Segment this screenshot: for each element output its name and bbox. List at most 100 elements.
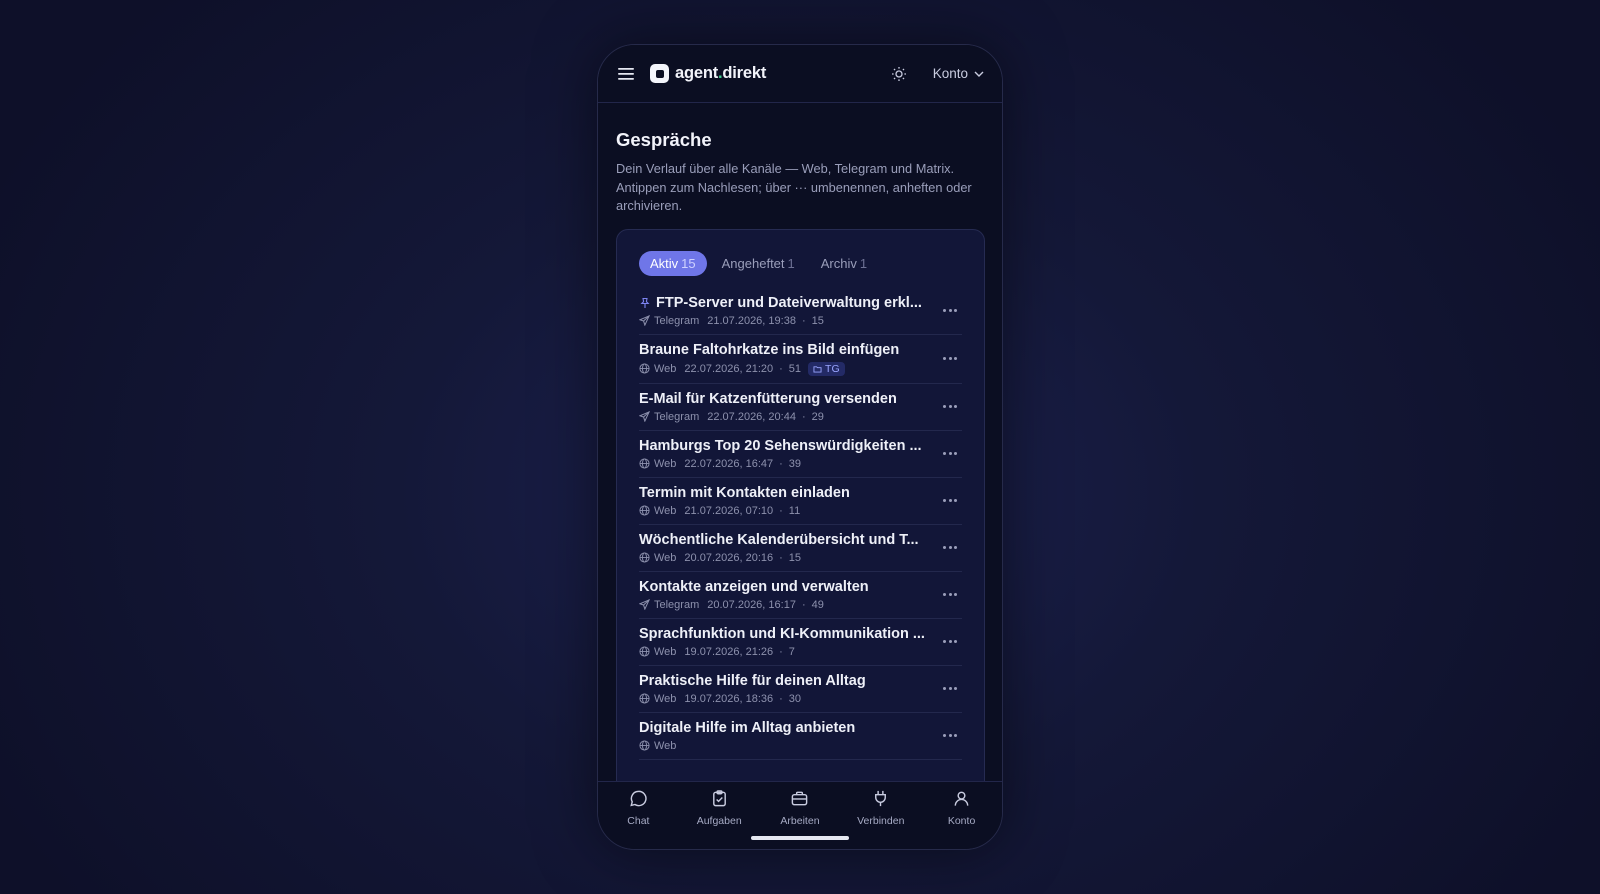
conversation-meta: Telegram 21.07.2026, 19:38 · 15 [638,314,962,327]
conversation-row[interactable]: Braune Faltohrkatze ins Bild einfügen Web… [639,335,962,384]
conversation-channel: Telegram [654,410,700,423]
conversation-title: Digitale Hilfe im Alltag anbieten [639,719,856,736]
globe-icon [639,458,650,469]
message-count: 11 [788,504,801,517]
conversation-channel: Web [654,645,677,658]
conversation-title: Termin mit Kontakten einladen [639,484,850,501]
sun-icon[interactable] [889,64,909,84]
more-options-icon[interactable] [940,351,960,367]
brand-logo[interactable]: agent.direkt [650,64,766,83]
message-count: 15 [788,551,802,564]
conversation-row[interactable]: Kontakte anzeigen und verwalten Telegram 2… [638,572,962,619]
conversation-title-wrap: Braune Faltohrkatze ins Bild einfügen [639,342,929,358]
conversation-row[interactable]: FTP-Server und Dateiverwaltung erkl... Te… [638,288,962,335]
conversation-title: Hamburgs Top 20 Sehenswürdigkeiten ... [639,437,922,454]
conversation-list[interactable]: FTP-Server und Dateiverwaltung erkl... Te… [638,288,962,760]
hamburger-menu-icon[interactable] [616,64,636,84]
conversation-meta: Telegram 20.07.2026, 16:17 · 49 [638,598,962,611]
chevron-down-icon [974,71,984,77]
more-options-icon[interactable] [940,399,960,415]
tab-label: Aktiv [650,255,679,271]
more-options-icon[interactable] [940,728,960,744]
nav-chat[interactable]: Chat [603,789,673,849]
conversation-meta: Telegram 22.07.2026, 20:44 · 29 [638,410,962,423]
conversation-title-wrap: Sprachfunktion und KI-Kommunikation ... [639,626,929,642]
conversation-channel: Web [654,739,677,752]
conversation-channel: Web [654,692,677,705]
plug-icon [871,789,890,813]
conversation-row[interactable]: Wöchentliche Kalenderübersicht und T... W… [639,525,962,572]
conversation-row[interactable]: Hamburgs Top 20 Sehenswürdigkeiten ... We… [639,431,962,478]
nav-aufgaben[interactable]: Aufgaben [684,789,754,849]
conversation-meta: Web 21.07.2026, 07:10 · 11 [639,505,962,517]
conversation-title-wrap: Wöchentliche Kalenderübersicht und T... [639,532,929,548]
nav-label: Konto [947,815,976,827]
conversation-row[interactable]: E-Mail für Katzenfütterung versenden Tele… [638,384,962,431]
tab-count: 1 [787,255,795,271]
main-content: Gespräche Dein Verlauf über alle Kanäle … [598,103,1002,825]
more-options-icon[interactable] [940,303,960,319]
tab-angeheftet[interactable]: Angeheftet 1 [711,251,806,276]
more-options-icon[interactable] [940,587,960,603]
conversation-meta: Web 19.07.2026, 18:36 · 30 [639,693,962,705]
conversation-title-wrap: Praktische Hilfe für deinen Alltag [639,673,929,689]
message-count: 15 [811,314,824,327]
conversation-row[interactable]: Digitale Hilfe im Alltag anbieten Web [639,713,962,760]
telegram-icon [638,598,651,611]
conversation-title: Sprachfunktion und KI-Kommunikation ... [639,625,925,642]
conversation-meta: Web 19.07.2026, 21:26 · 7 [639,646,962,658]
conversation-meta: Web 22.07.2026, 21:20 · 51 TG [639,361,962,376]
conversation-channel: Telegram [654,314,700,327]
conversation-title-wrap: E-Mail für Katzenfütterung versenden [639,391,929,407]
meta-separator: · [801,410,806,423]
message-count: 7 [788,645,795,658]
conversation-channel: Telegram [654,598,700,611]
conversation-row[interactable]: Praktische Hilfe für deinen Alltag Web 19.… [639,666,962,713]
conversation-meta: Web [639,740,962,752]
globe-icon [639,552,650,563]
tab-count: 1 [859,255,868,271]
clipboard-icon [710,789,729,813]
brand-name: agent.direkt [675,64,767,82]
more-options-icon[interactable] [940,493,960,509]
conversation-title: Praktische Hilfe für deinen Alltag [639,672,866,689]
account-dropdown[interactable]: Konto [933,66,984,81]
conversation-title: Wöchentliche Kalenderübersicht und T... [639,531,919,548]
conversation-row[interactable]: Sprachfunktion und KI-Kommunikation ... W… [639,619,962,666]
account-label: Konto [932,66,968,81]
page-description: Dein Verlauf über alle Kanäle — Web, Tel… [616,161,972,213]
globe-icon [639,363,650,374]
nav-arbeiten[interactable]: Arbeiten [765,789,835,849]
telegram-icon [638,410,651,423]
conversation-row[interactable]: Termin mit Kontakten einladen Web 21.07.20… [639,478,962,525]
conversation-title: Kontakte anzeigen und verwalten [639,578,869,595]
conversation-meta: Web 20.07.2026, 20:16 · 15 [639,552,962,564]
conversation-date: 19.07.2026, 18:36 [684,692,774,705]
nav-verbinden[interactable]: Verbinden [846,789,916,849]
tab-bar: Aktiv 15 Angeheftet 1 Archiv 1 [639,250,962,276]
more-options-icon[interactable] [940,446,960,462]
nav-konto[interactable]: Konto [927,789,997,849]
nav-label: Chat [627,815,650,827]
meta-separator: · [779,692,783,705]
conversation-channel: Web [654,362,677,375]
conversation-title-wrap: Kontakte anzeigen und verwalten [639,579,929,595]
briefcase-icon [790,789,809,813]
page-title: Gespräche [616,129,712,150]
tab-aktiv[interactable]: Aktiv 15 [639,250,707,276]
tab-label: Archiv [820,255,857,271]
more-options-icon[interactable] [940,681,960,697]
conversation-title-wrap: Digitale Hilfe im Alltag anbieten [639,720,929,736]
telegram-icon [638,314,651,327]
meta-separator: · [779,362,783,375]
folder-tag[interactable]: TG [808,361,845,376]
conversation-title: E-Mail für Katzenfütterung versenden [639,390,897,407]
more-options-icon[interactable] [940,634,960,650]
tab-archiv[interactable]: Archiv 1 [810,251,878,276]
nav-label: Arbeiten [780,815,820,827]
message-count: 49 [811,598,824,611]
conversations-card: Aktiv 15 Angeheftet 1 Archiv 1 FTP-Server und… [616,228,985,825]
more-options-icon[interactable] [940,540,960,556]
conversation-date: 21.07.2026, 07:10 [684,504,774,517]
home-indicator [751,836,849,840]
